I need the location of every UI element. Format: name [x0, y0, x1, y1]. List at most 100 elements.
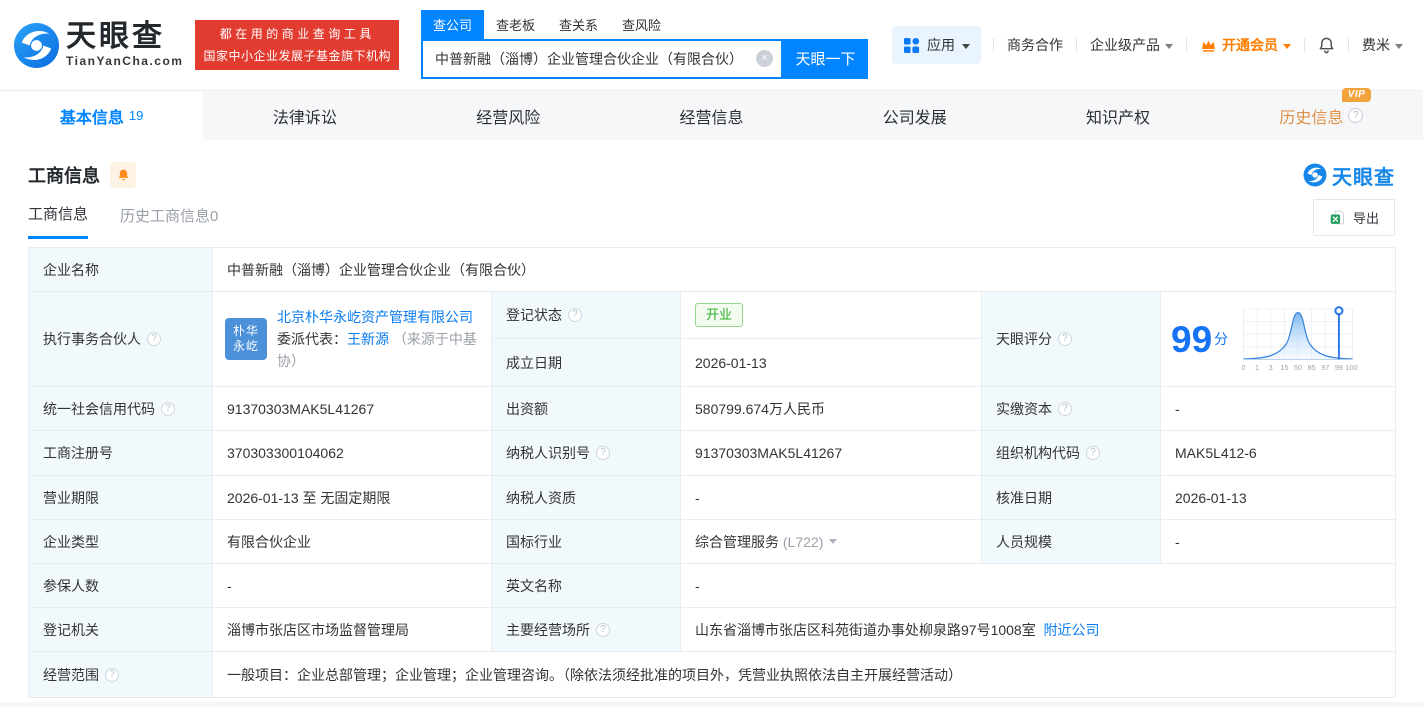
tab-label: 历史信息: [1279, 109, 1344, 127]
brand-domain: TianYanCha.com: [66, 54, 184, 68]
registration-status-value: 开业: [681, 292, 982, 339]
nearby-companies-link[interactable]: 附近公司: [1044, 620, 1100, 640]
help-icon[interactable]: ?: [1086, 446, 1100, 460]
partner-company-link[interactable]: 北京朴华永屹资产管理有限公司: [277, 309, 473, 325]
apps-grid-icon: [903, 37, 920, 53]
establish-date-value: 2026-01-13: [681, 339, 982, 387]
chevron-down-icon: [1165, 43, 1173, 49]
help-icon[interactable]: ?: [596, 622, 610, 637]
insured-count-value: -: [213, 564, 492, 608]
registration-number-label: 工商注册号: [29, 431, 213, 476]
export-button[interactable]: 导出: [1312, 198, 1395, 236]
tab-intellectual-property[interactable]: 知识产权: [1016, 91, 1219, 140]
nav-enterprise-products[interactable]: 企业级产品: [1077, 35, 1186, 55]
svg-text:0: 0: [1242, 363, 1246, 372]
help-icon[interactable]: ?: [161, 401, 175, 416]
section-header: 工商信息 天眼查: [0, 140, 1423, 193]
tab-company-development[interactable]: 公司发展: [813, 91, 1016, 140]
vip-badge: VIP: [1341, 87, 1372, 102]
search-tabs: 查公司 查老板 查关系 查风险: [421, 9, 868, 39]
help-icon[interactable]: ?: [1348, 108, 1364, 123]
page-bottom-divider: [0, 702, 1423, 707]
tab-history-info[interactable]: 历史信息 VIP ?: [1220, 87, 1423, 140]
help-icon[interactable]: ?: [568, 308, 582, 322]
tab-label: 经营风险: [476, 109, 541, 127]
chevron-down-icon[interactable]: [829, 539, 838, 544]
svg-text:1: 1: [1255, 363, 1259, 372]
industry-value: 综合管理服务 (L722): [681, 520, 982, 564]
chevron-down-icon: [962, 43, 970, 49]
subtab-business-info[interactable]: 工商信息: [28, 203, 89, 239]
partner-avatar[interactable]: 朴华 永屹: [225, 318, 267, 360]
help-icon[interactable]: ?: [147, 332, 161, 346]
executive-partner-label: 执行事务合伙人?: [29, 292, 213, 387]
english-name-label: 英文名称: [492, 564, 681, 608]
credit-code-label: 统一社会信用代码?: [29, 387, 213, 431]
business-scope-label: 经营范围?: [29, 652, 213, 698]
credit-code-value: 91370303MAK5L41267: [213, 387, 492, 431]
membership-label: 开通会员: [1222, 37, 1278, 53]
svg-text:15: 15: [1280, 363, 1288, 372]
industry-code: (L722): [782, 533, 824, 550]
nav-business-cooperation[interactable]: 商务合作: [994, 35, 1076, 55]
apps-menu[interactable]: 应用: [892, 26, 981, 64]
nav-open-membership[interactable]: 开通会员: [1187, 35, 1304, 55]
clear-icon[interactable]: ×: [756, 50, 773, 67]
establish-date-label: 成立日期: [492, 339, 681, 387]
registration-authority-value: 淄博市张店区市场监督管理局: [213, 608, 492, 652]
main-tab-bar: 基本信息 19 法律诉讼 经营风险 经营信息 公司发展 知识产权 历史信息 VI…: [0, 87, 1423, 140]
executive-partner-value: 朴华 永屹 北京朴华永屹资产管理有限公司 委派代表：王新源 （来源于中基协）: [213, 292, 492, 387]
search-tab-relation[interactable]: 查关系: [547, 10, 610, 39]
search-area: 查公司 查老板 查关系 查风险 × 天眼一下: [421, 9, 868, 79]
tab-basic-info[interactable]: 基本信息 19: [0, 91, 204, 140]
notifications-button[interactable]: [1305, 36, 1348, 55]
registration-status-label: 登记状态?: [492, 292, 681, 339]
tab-operating-risk[interactable]: 经营风险: [407, 91, 610, 140]
user-menu[interactable]: 费米: [1349, 35, 1407, 55]
registration-authority-label: 登记机关: [29, 608, 213, 652]
approval-date-label: 核准日期: [982, 476, 1161, 520]
svg-text:85: 85: [1308, 363, 1316, 372]
help-icon[interactable]: ?: [1058, 401, 1072, 416]
business-scope-value: 一般项目：企业总部管理；企业管理；企业管理咨询。（除依法须经批准的项目外，凭营业…: [213, 652, 1396, 698]
username-label: 费米: [1362, 37, 1390, 53]
svg-text:100: 100: [1346, 363, 1358, 372]
bell-icon: [1319, 37, 1334, 53]
top-nav: 应用 商务合作 企业级产品 开通会员 费米: [892, 26, 1407, 64]
score-distribution-chart: 0 1 3 15 50 85 97 99 100: [1242, 306, 1358, 372]
chevron-down-icon: [1283, 43, 1291, 49]
business-address-value: 山东省淄博市张店区科苑街道办事处柳泉路97号1008室 附近公司: [681, 608, 1396, 652]
business-term-label: 营业期限: [29, 476, 213, 520]
delegate-name-link[interactable]: 王新源: [347, 331, 389, 347]
tab-business-info[interactable]: 经营信息: [610, 91, 813, 140]
tab-legal-proceedings[interactable]: 法律诉讼: [203, 91, 406, 140]
search-button[interactable]: 天眼一下: [783, 38, 868, 79]
search-tab-company[interactable]: 查公司: [421, 9, 485, 39]
bell-icon: [118, 169, 128, 180]
crown-icon: [1202, 40, 1215, 52]
company-type-label: 企业类型: [29, 520, 213, 564]
registration-number-value: 370303300104062: [213, 431, 492, 476]
apps-label: 应用: [927, 37, 955, 53]
enterprise-label: 企业级产品: [1090, 37, 1160, 53]
help-icon[interactable]: ?: [105, 667, 119, 682]
search-input[interactable]: [435, 50, 756, 67]
chevron-down-icon: [1395, 43, 1403, 49]
score-unit: 分: [1214, 331, 1229, 347]
tab-label: 公司发展: [882, 109, 947, 127]
monitor-bell-button[interactable]: [110, 162, 136, 188]
header: 天眼查 TianYanCha.com 都在用的商业查询工具 国家中小企业发展子基…: [0, 0, 1423, 90]
search-tab-risk[interactable]: 查风险: [610, 10, 673, 39]
brand-logo[interactable]: 天眼查 TianYanCha.com: [13, 22, 183, 69]
excel-icon: [1330, 210, 1344, 224]
help-icon[interactable]: ?: [1058, 332, 1072, 346]
tab-label: 经营信息: [679, 109, 744, 127]
subtab-history-business-info[interactable]: 历史工商信息0: [120, 205, 218, 238]
brand-name: 天眼查: [66, 20, 165, 53]
score-number: 99: [1171, 318, 1213, 360]
help-icon[interactable]: ?: [596, 446, 610, 460]
watermark-logo: 天眼查: [1303, 161, 1395, 190]
search-tab-boss[interactable]: 查老板: [484, 10, 547, 39]
score-value[interactable]: 99 分 0 1 3 15 50 85 97 99 100: [1161, 292, 1396, 387]
company-name-value: 中普新融（淄博）企业管理合伙企业（有限合伙）: [213, 248, 1396, 292]
